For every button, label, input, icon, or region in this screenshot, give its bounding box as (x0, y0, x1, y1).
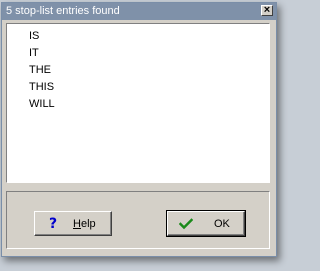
entry-list: IS IT THE THIS WILL (7, 24, 269, 113)
list-item[interactable]: THE (29, 62, 269, 79)
close-button[interactable]: × (261, 5, 273, 16)
list-item[interactable]: IT (29, 45, 269, 62)
list-item[interactable]: WILL (29, 96, 269, 113)
button-panel: ? Help OK (6, 191, 270, 249)
checkmark-icon (178, 216, 194, 232)
help-button-label: Help (73, 217, 96, 230)
list-item[interactable]: THIS (29, 79, 269, 96)
dialog-window: 5 stop-list entries found × IS IT THE THIS W… (1, 2, 277, 257)
stop-list-entries[interactable]: IS IT THE THIS WILL (6, 23, 270, 183)
list-item[interactable]: IS (29, 28, 269, 45)
title-bar[interactable]: 5 stop-list entries found × (2, 3, 276, 20)
help-button[interactable]: ? Help (34, 211, 112, 236)
ok-button[interactable]: OK (166, 210, 246, 237)
help-question-icon: ? (48, 215, 58, 232)
window-title: 5 stop-list entries found (6, 5, 120, 17)
ok-button-label: OK (214, 217, 230, 230)
